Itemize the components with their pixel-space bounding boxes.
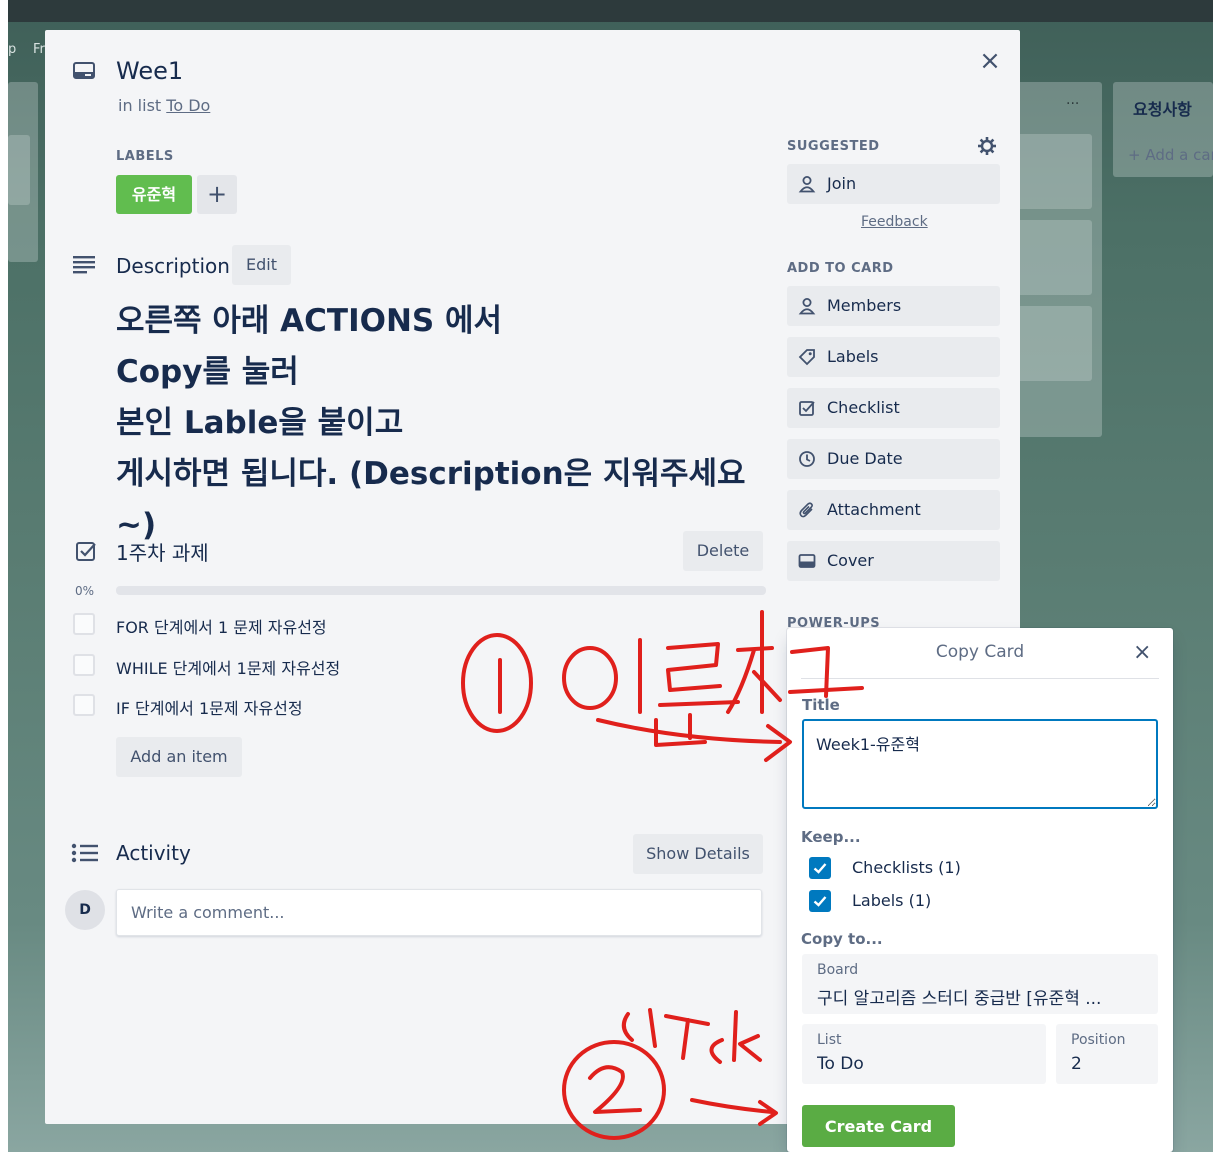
- in-list-text: in list To Do: [118, 96, 211, 115]
- checklist-icon: [76, 542, 96, 561]
- show-details-button[interactable]: Show Details: [633, 834, 763, 874]
- copy-title-textarea[interactable]: Week1-유준혁: [802, 719, 1158, 809]
- feedback-link[interactable]: Feedback: [861, 214, 928, 230]
- activity-icon: [71, 843, 98, 863]
- labels-label: Labels: [827, 347, 879, 366]
- cover-label: Cover: [827, 551, 874, 570]
- checklist-item-text[interactable]: WHILE 단계에서 1문제 자유선정: [116, 655, 340, 679]
- checklist-button[interactable]: Checklist: [787, 388, 1000, 428]
- join-button[interactable]: Join: [787, 164, 1000, 204]
- keep-labels-checkbox[interactable]: [809, 890, 831, 912]
- labels-button[interactable]: Labels: [787, 337, 1000, 377]
- position-select-label: Position: [1071, 1032, 1126, 1048]
- checklist-item-checkbox[interactable]: [73, 613, 95, 635]
- keep-labels-label[interactable]: Labels (1): [852, 891, 931, 910]
- members-label: Members: [827, 296, 902, 315]
- activity-title: Activity: [116, 841, 191, 865]
- person-icon: [798, 176, 816, 193]
- checklist-progress-percent: 0%: [75, 584, 95, 598]
- background-card: [1010, 220, 1092, 295]
- create-card-button[interactable]: Create Card: [802, 1105, 955, 1147]
- card-icon: [73, 62, 95, 79]
- position-select[interactable]: Position 2: [1056, 1024, 1158, 1084]
- add-card-link[interactable]: + Add a card: [1128, 146, 1213, 164]
- list-menu-icon[interactable]: ···: [1066, 96, 1079, 112]
- board-header-strip: [8, 0, 1213, 22]
- label-chip[interactable]: 유준혁: [116, 175, 192, 214]
- checklist-title[interactable]: 1주차 과제: [116, 537, 209, 566]
- checklist-item-text[interactable]: IF 단계에서 1문제 자유선정: [116, 695, 303, 719]
- attachment-label: Attachment: [827, 500, 921, 519]
- keep-checklists-label[interactable]: Checklists (1): [852, 858, 961, 877]
- cover-button[interactable]: Cover: [787, 541, 1000, 581]
- breadcrumb-fragment: Fr: [33, 42, 45, 57]
- members-button[interactable]: Members: [787, 286, 1000, 326]
- checklist-item-checkbox[interactable]: [73, 694, 95, 716]
- checklist-item-checkbox[interactable]: [73, 654, 95, 676]
- copy-to-label: Copy to...: [801, 930, 883, 948]
- description-line: Copy를 눌러: [116, 354, 299, 390]
- card-title[interactable]: Wee1: [116, 57, 183, 85]
- keep-checklists-checkbox[interactable]: [809, 857, 831, 879]
- close-icon[interactable]: ×: [977, 48, 1003, 74]
- labels-heading: LABELS: [116, 149, 174, 164]
- delete-checklist-button[interactable]: Delete: [683, 531, 763, 571]
- cover-icon: [798, 554, 816, 568]
- close-icon[interactable]: ×: [1133, 640, 1151, 665]
- checklist-icon: [799, 401, 815, 416]
- copy-card-popover: Copy Card × Title Week1-유준혁 Keep... Chec…: [787, 628, 1173, 1152]
- gear-icon[interactable]: [977, 136, 997, 156]
- position-select-value: 2: [1071, 1054, 1082, 1074]
- checklist-item-text[interactable]: FOR 단계에서 1 문제 자유선정: [116, 614, 327, 638]
- background-card: [8, 135, 30, 205]
- clock-icon: [799, 451, 815, 467]
- add-checklist-item-button[interactable]: Add an item: [116, 737, 242, 777]
- check-icon: [813, 863, 827, 874]
- description-line: 게시하면 됩니다. (Description은 지워주세요~): [116, 456, 746, 543]
- description-heading: Description: [116, 254, 230, 278]
- board-select[interactable]: Board 구디 알고리즘 스터디 중급반 [유준혁 ...: [802, 954, 1158, 1014]
- background-card: [1010, 134, 1092, 209]
- description-icon: [73, 256, 95, 274]
- title-field-label: Title: [802, 696, 840, 714]
- keep-label: Keep...: [801, 828, 861, 846]
- description-line: 오른쪽 아래 ACTIONS 에서: [116, 303, 503, 339]
- paperclip-icon: [799, 502, 813, 518]
- tag-icon: [798, 349, 815, 366]
- comment-input[interactable]: [116, 889, 762, 936]
- popover-title: Copy Card: [935, 642, 1025, 662]
- check-icon: [813, 896, 827, 907]
- list-select-label: List: [817, 1032, 842, 1048]
- list-select[interactable]: List To Do: [802, 1024, 1046, 1084]
- due-date-button[interactable]: Due Date: [787, 439, 1000, 479]
- checklist-label: Checklist: [827, 398, 900, 417]
- list-link[interactable]: To Do: [166, 96, 210, 115]
- list-select-value: To Do: [817, 1054, 864, 1074]
- avatar[interactable]: D: [65, 890, 105, 930]
- description-body[interactable]: 오른쪽 아래 ACTIONS 에서 Copy를 눌러 본인 Lable을 붙이고…: [116, 296, 776, 551]
- edit-description-button[interactable]: Edit: [232, 245, 291, 285]
- background-card: [1010, 306, 1092, 381]
- suggested-heading: SUGGESTED: [787, 139, 880, 154]
- board-select-value: 구디 알고리즘 스터디 중급반 [유준혁 ...: [817, 989, 1102, 1009]
- due-date-label: Due Date: [827, 449, 903, 468]
- join-label: Join: [827, 174, 857, 193]
- description-line: 본인 Lable을 붙이고: [116, 405, 404, 441]
- person-icon: [798, 298, 816, 315]
- add-to-card-heading: ADD TO CARD: [787, 261, 894, 276]
- board-select-label: Board: [817, 962, 859, 978]
- breadcrumb-fragment: p: [8, 42, 17, 57]
- background-list-title[interactable]: 요청사항: [1133, 96, 1192, 120]
- popover-divider: [801, 678, 1159, 679]
- checklist-progress-bar: [116, 586, 766, 595]
- attachment-button[interactable]: Attachment: [787, 490, 1000, 530]
- add-label-button[interactable]: +: [197, 175, 237, 214]
